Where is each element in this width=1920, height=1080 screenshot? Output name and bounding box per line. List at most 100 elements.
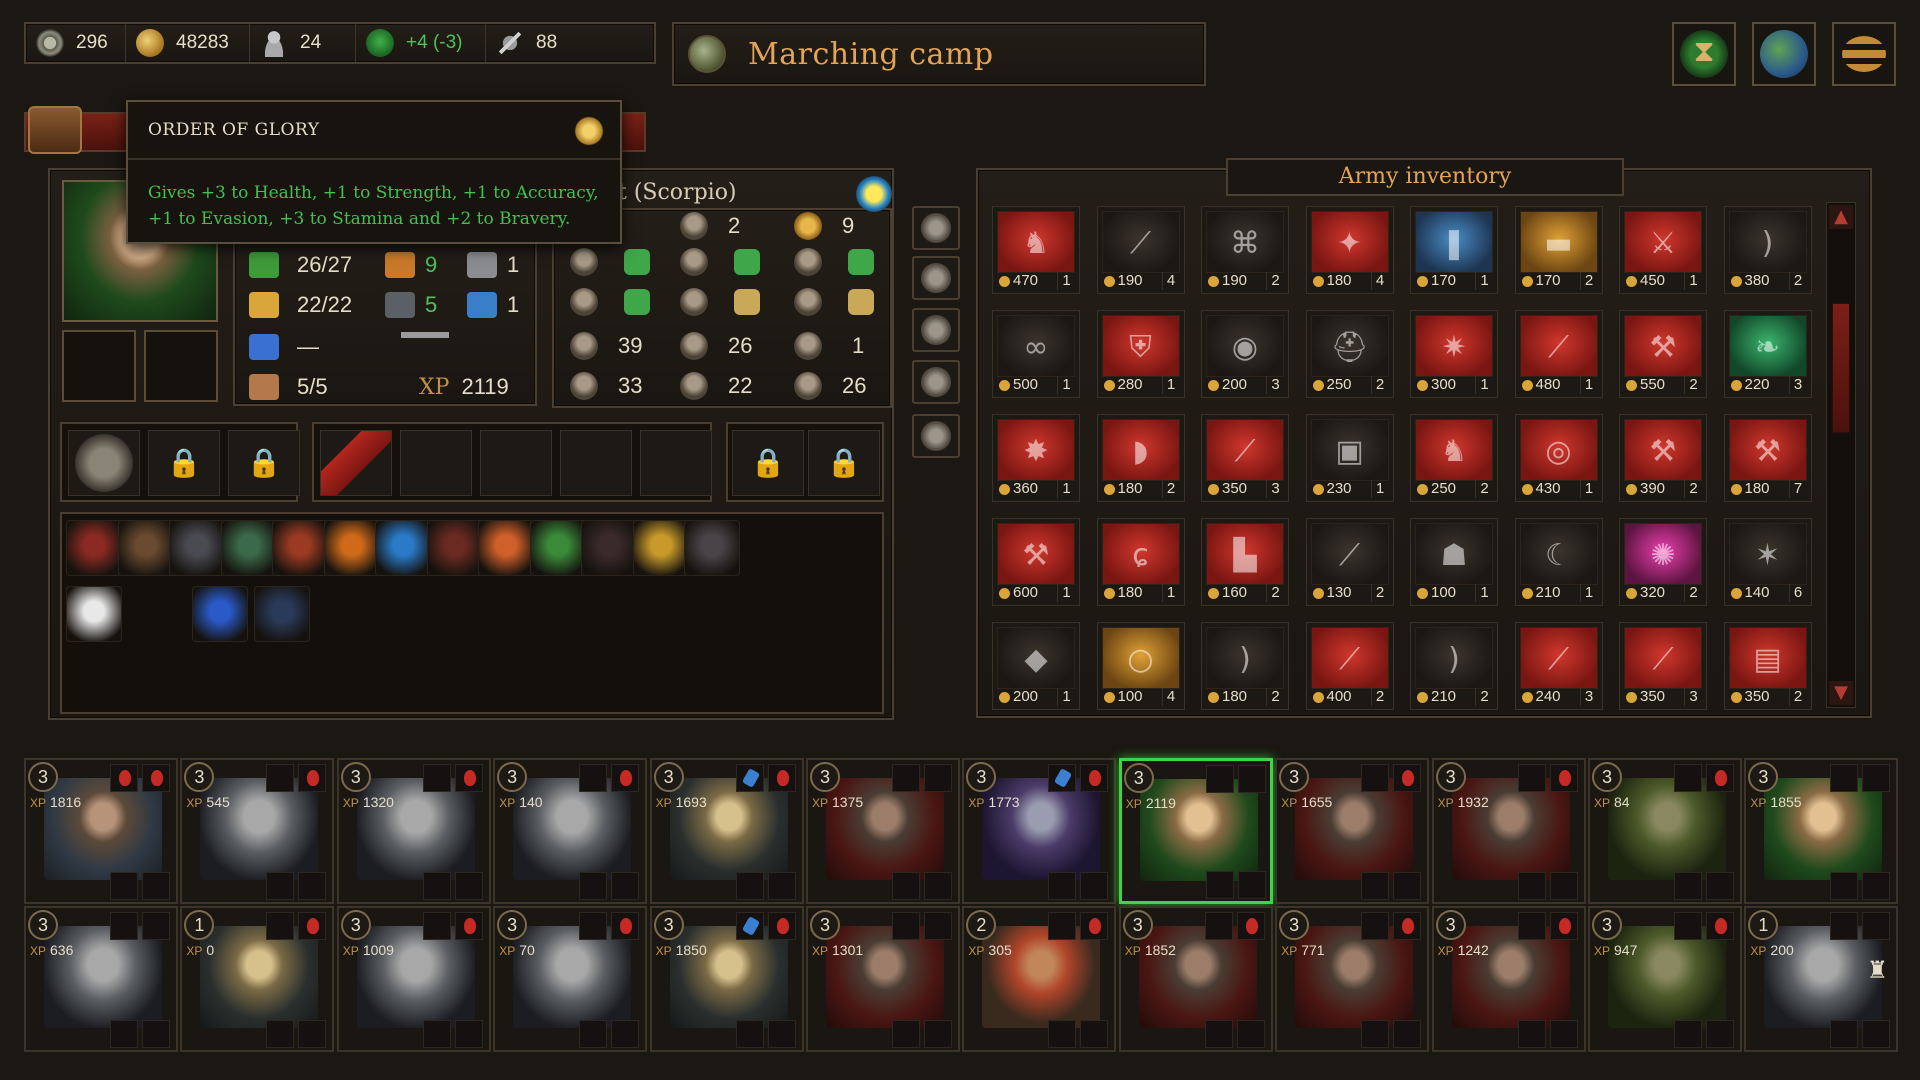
unit-card[interactable]: 3 XP 1301	[806, 906, 960, 1052]
equipped-item-slot[interactable]	[142, 1020, 170, 1048]
equipped-item-slot[interactable]	[1674, 1020, 1702, 1048]
health-potion-icon[interactable]	[298, 764, 327, 792]
empty-potion-slot[interactable]	[1862, 764, 1891, 792]
equipped-item-slot[interactable]	[1517, 872, 1546, 900]
inventory-item[interactable]: ☗ 100 1	[1410, 518, 1498, 606]
scroll-up-icon[interactable]: ▲	[1829, 205, 1853, 229]
scroll-thumb[interactable]	[1832, 303, 1850, 433]
unit-card[interactable]: 3 XP 1852	[1118, 906, 1273, 1052]
unit-card[interactable]: 3 XP 1855	[1744, 758, 1899, 904]
inventory-item[interactable]: ◆ 200 1	[992, 622, 1080, 710]
locked-slot[interactable]: 🔒	[228, 430, 300, 496]
unit-card[interactable]: 3 XP 1009	[336, 906, 491, 1052]
ability-icon[interactable]	[426, 520, 483, 576]
tab-potions[interactable]	[912, 360, 960, 404]
empty-potion-slot[interactable]	[1517, 912, 1546, 940]
inventory-item[interactable]: ∞ 500 1	[992, 310, 1080, 398]
inventory-item[interactable]: ) 210 2	[1410, 622, 1498, 710]
unit-card[interactable]: 3 XP 771	[1275, 906, 1430, 1052]
empty-slot[interactable]	[400, 430, 472, 496]
mana-potion-icon[interactable]	[735, 764, 764, 792]
empty-slot[interactable]	[480, 430, 552, 496]
health-potion-icon[interactable]	[611, 764, 640, 792]
equipped-item-slot[interactable]	[1706, 1020, 1734, 1048]
resource-gold-coin[interactable]: 48283	[126, 24, 250, 62]
inventory-item[interactable]: ⚒ 180 7	[1723, 414, 1812, 502]
empty-potion-slot[interactable]	[110, 912, 138, 940]
main-menu-button[interactable]	[1832, 22, 1896, 86]
scroll-down-icon[interactable]: ▼	[1829, 681, 1853, 705]
empty-potion-slot[interactable]	[1205, 765, 1234, 793]
equipped-item-slot[interactable]	[266, 872, 295, 900]
location-banner[interactable]: Marching camp	[672, 22, 1206, 86]
unit-card[interactable]: 1 XP 0	[180, 906, 335, 1052]
health-potion-icon[interactable]	[1393, 764, 1422, 792]
equipped-item-slot[interactable]	[1204, 1020, 1233, 1048]
ability-icon[interactable]	[684, 520, 740, 576]
equipped-item-slot[interactable]	[1862, 1020, 1891, 1048]
resource-people[interactable]: 24	[250, 24, 356, 62]
health-potion-icon[interactable]	[1549, 764, 1578, 792]
empty-potion-slot[interactable]	[266, 912, 295, 940]
empty-potion-slot[interactable]	[1674, 912, 1702, 940]
inventory-item[interactable]: ⟋ 190 4	[1096, 206, 1185, 294]
inventory-item[interactable]: ▙ 160 2	[1201, 518, 1289, 606]
inventory-item[interactable]: ▣ 230 1	[1305, 414, 1394, 502]
equipped-item-slot[interactable]	[1862, 872, 1891, 900]
inventory-item[interactable]: ♞ 250 2	[1410, 414, 1498, 502]
empty-potion-slot[interactable]	[1237, 765, 1266, 793]
empty-potion-slot[interactable]	[142, 912, 170, 940]
inventory-item[interactable]: ) 180 2	[1201, 622, 1289, 710]
unit-card[interactable]: 3 XP 947	[1588, 906, 1742, 1052]
empty-slot[interactable]	[640, 430, 712, 496]
inventory-item[interactable]: ⟋ 350 3	[1619, 622, 1707, 710]
health-potion-icon[interactable]	[298, 912, 327, 940]
ability-icon[interactable]	[66, 520, 122, 576]
inventory-item[interactable]: ⟋ 130 2	[1305, 518, 1394, 606]
equipped-item-slot[interactable]	[1361, 872, 1390, 900]
mana-potion-icon[interactable]	[1048, 764, 1077, 792]
ability-icon[interactable]	[272, 520, 328, 576]
equipped-item-slot[interactable]	[579, 1020, 608, 1048]
empty-potion-slot[interactable]	[892, 912, 920, 940]
resource-green-mask[interactable]: +4 (-3)	[356, 24, 486, 62]
unit-card[interactable]: 3 XP 1693	[649, 758, 804, 904]
inventory-item[interactable]: ⚒ 600 1	[992, 518, 1080, 606]
health-potion-icon[interactable]	[1706, 912, 1734, 940]
unit-card[interactable]: 1 XP 200 ♜	[1744, 906, 1899, 1052]
unit-card[interactable]: 3 XP 1242	[1431, 906, 1586, 1052]
health-potion-icon[interactable]	[1080, 912, 1109, 940]
equipped-item-slot[interactable]	[422, 872, 451, 900]
zodiac-sun-icon[interactable]	[856, 176, 892, 212]
equipped-item-slot[interactable]	[1080, 1020, 1109, 1048]
equipped-item-slot[interactable]	[579, 872, 608, 900]
inventory-item[interactable]: ◗ 180 2	[1096, 414, 1185, 502]
inventory-item[interactable]: ⛑ 250 2	[1305, 310, 1394, 398]
inventory-item[interactable]: ◉ 200 3	[1201, 310, 1289, 398]
ability-icon[interactable]	[117, 520, 174, 576]
health-potion-icon[interactable]	[1706, 764, 1734, 792]
empty-potion-slot[interactable]	[924, 764, 952, 792]
empty-potion-slot[interactable]	[1830, 764, 1859, 792]
inventory-scrollbar[interactable]: ▲ ▼	[1826, 202, 1856, 708]
equipped-item-slot[interactable]	[767, 872, 796, 900]
empty-potion-slot[interactable]	[579, 912, 608, 940]
inventory-item[interactable]: ⟋ 480 1	[1514, 310, 1603, 398]
inventory-item[interactable]: ⚒ 550 2	[1619, 310, 1707, 398]
equipped-item-slot[interactable]	[1830, 872, 1859, 900]
health-potion-icon[interactable]	[1236, 912, 1265, 940]
empty-potion-slot[interactable]	[1361, 912, 1390, 940]
inventory-item[interactable]: ✦ 180 4	[1305, 206, 1394, 294]
equipped-item-slot[interactable]	[1830, 1020, 1859, 1048]
equipped-item-slot[interactable]	[422, 1020, 451, 1048]
inventory-item[interactable]: ▤ 350 2	[1723, 622, 1812, 710]
unit-card[interactable]: 3 XP 140	[493, 758, 648, 904]
unit-card[interactable]: 3 XP 1932	[1431, 758, 1586, 904]
empty-potion-slot[interactable]	[579, 764, 608, 792]
unit-card[interactable]: 2 XP 305	[962, 906, 1117, 1052]
unit-card[interactable]: 3 XP 2119	[1118, 758, 1273, 904]
locked-slot[interactable]: 🔒	[808, 430, 880, 496]
equipped-item-slot[interactable]	[1048, 1020, 1077, 1048]
empty-potion-slot[interactable]	[422, 912, 451, 940]
equipped-item-slot[interactable]	[1048, 872, 1077, 900]
